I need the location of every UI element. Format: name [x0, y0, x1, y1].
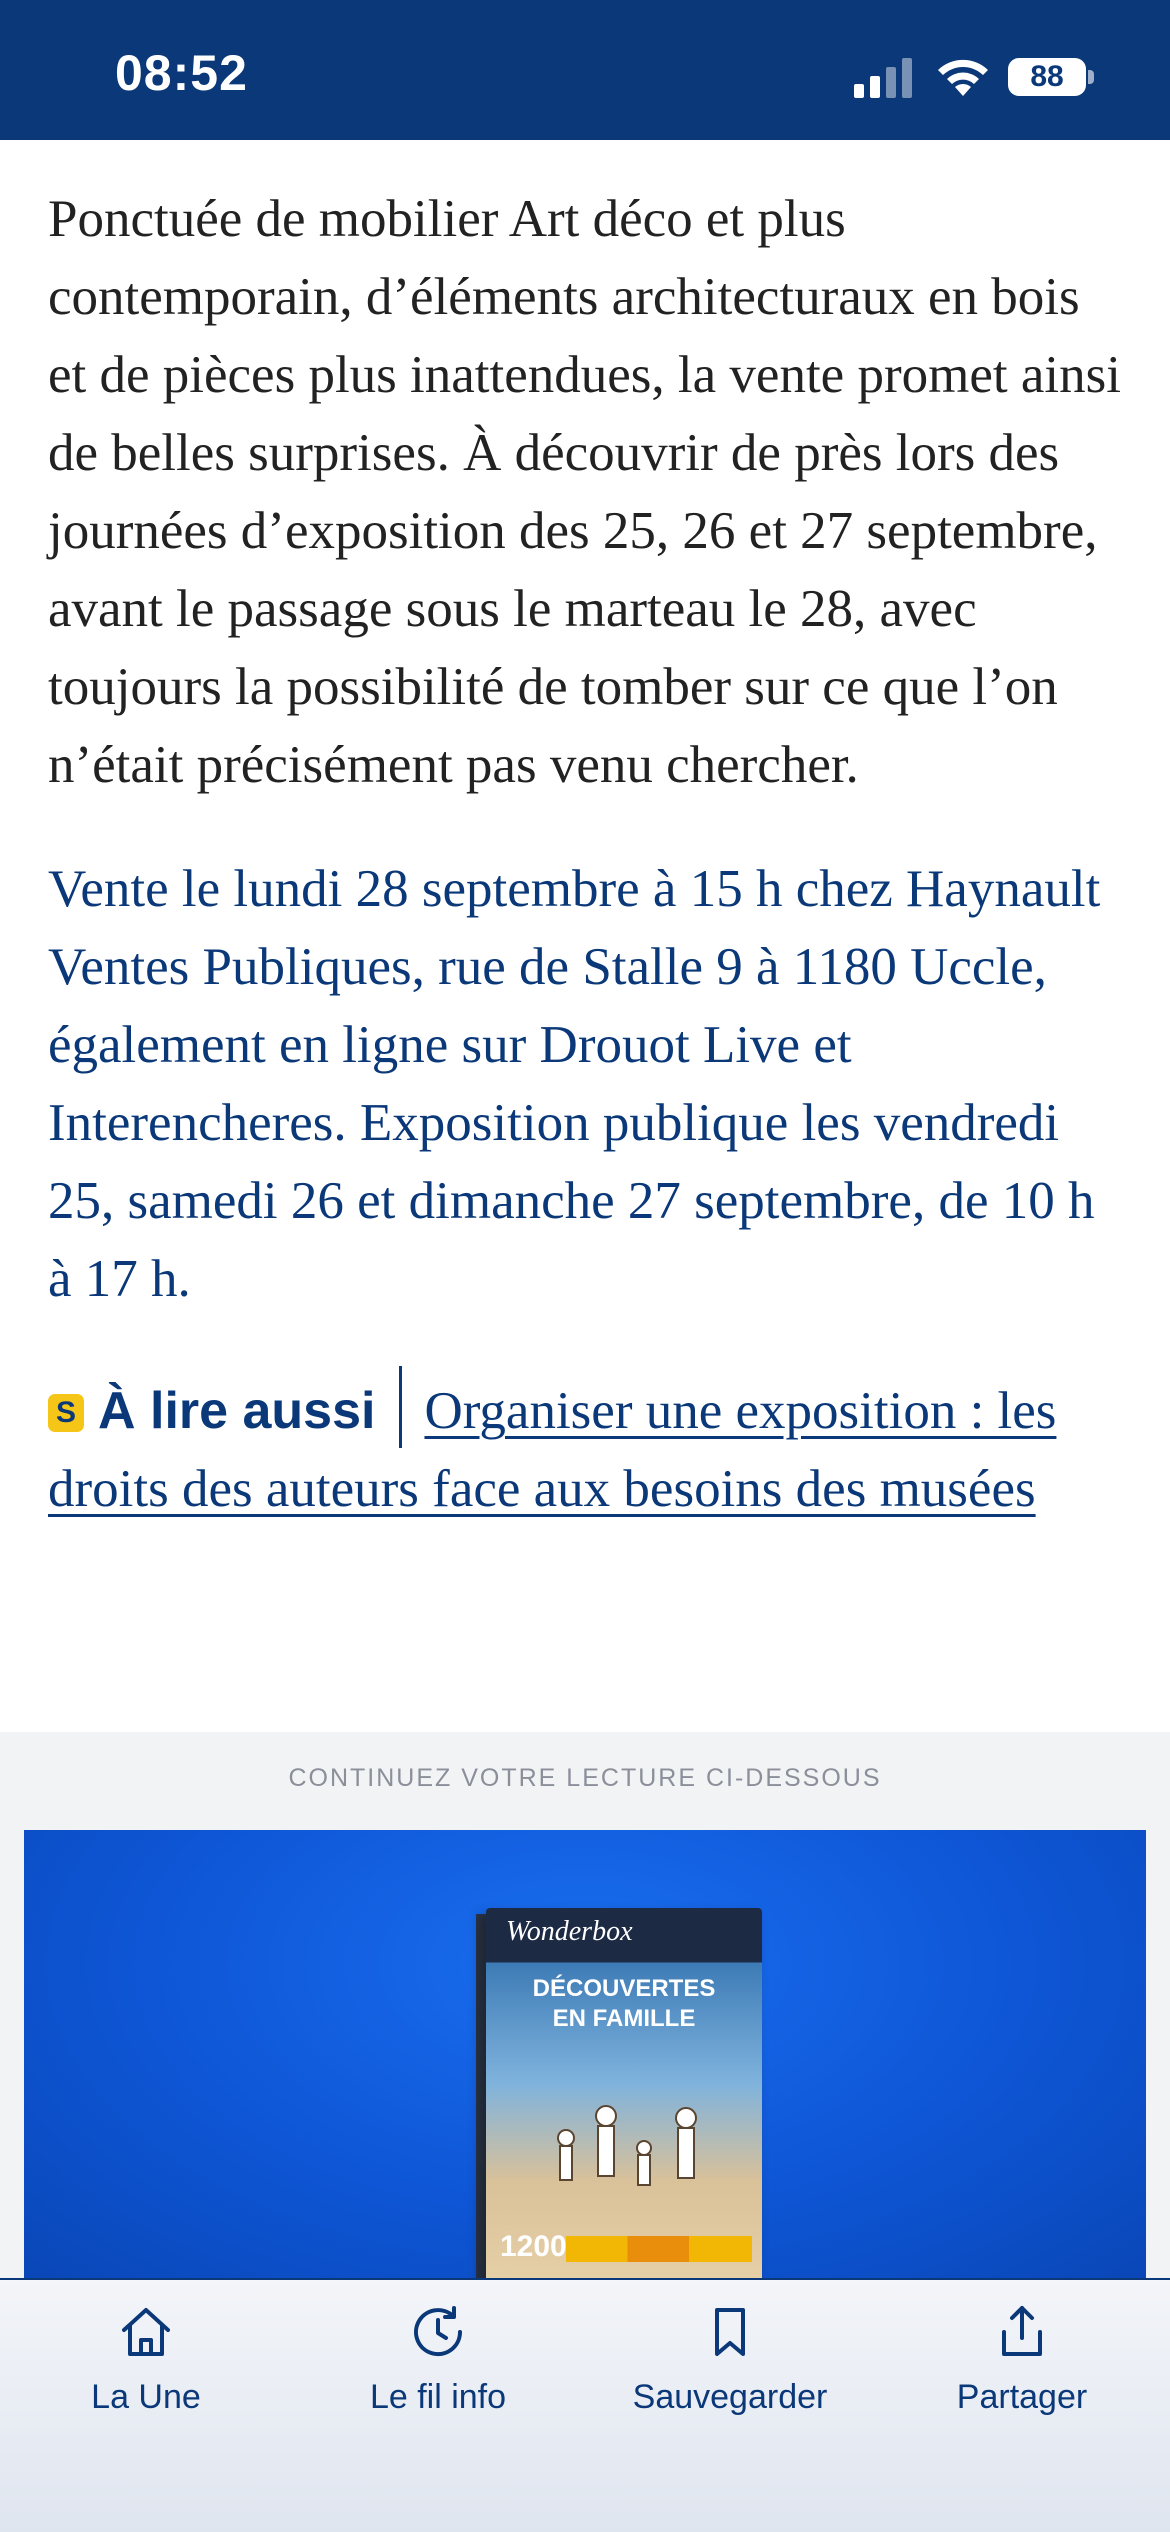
ad-brand: Wonderbox [506, 1916, 633, 1947]
wifi-icon [938, 59, 988, 96]
ad-title: DÉCOUVERTES EN FAMILLE [486, 1974, 762, 2034]
sale-info-paragraph: Vente le lundi 28 septembre à 15 h chez … [48, 860, 1101, 1308]
battery-indicator: 88 [1008, 58, 1086, 96]
battery-nub [1088, 70, 1094, 84]
status-bar: 08:52 88 [0, 0, 1170, 140]
tab-label-la-une: La Une [91, 2378, 201, 2416]
bookmark-icon [715, 2308, 745, 2356]
ad-color-strip [566, 2236, 752, 2262]
read-also-block: SÀ lire aussi Organiser une exposition : … [48, 1366, 1128, 1528]
continue-section: CONTINUEZ VOTRE LECTURE CI-DESSOUS Wonde… [0, 1732, 1170, 2278]
tab-label-sauvegarder: Sauvegarder [632, 2378, 828, 2416]
home-icon [122, 2308, 170, 2356]
ad-count: 1200 [500, 2230, 567, 2263]
read-also-label: À lire aussi [98, 1382, 376, 1440]
tab-la-une[interactable]: La Une [0, 2280, 292, 2460]
tab-sauvegarder[interactable]: Sauvegarder [584, 2280, 876, 2460]
article-body: Ponctuée de mobilier Art déco et plus co… [48, 180, 1128, 1528]
tab-fil-info[interactable]: Le fil info [292, 2280, 584, 2460]
continue-label: CONTINUEZ VOTRE LECTURE CI-DESSOUS [288, 1764, 882, 1792]
cellular-signal-icon [854, 58, 912, 98]
gift-box-image: Wonderbox DÉCOUVERTES EN FAMILLE 1200 [486, 1908, 762, 2278]
tab-label-partager: Partager [956, 2378, 1088, 2416]
subscriber-badge-icon: S [48, 1394, 84, 1432]
ad-title-line-1: DÉCOUVERTES [532, 1975, 716, 2002]
share-icon [1002, 2306, 1042, 2356]
ad-title-line-2: EN FAMILLE [552, 2005, 696, 2032]
tab-partager[interactable]: Partager [876, 2280, 1168, 2460]
status-time: 08:52 [115, 45, 248, 101]
advertisement-banner[interactable]: Wonderbox DÉCOUVERTES EN FAMILLE 1200 [24, 1830, 1146, 2278]
article-paragraph: Ponctuée de mobilier Art déco et plus co… [48, 190, 1121, 794]
read-also-divider [399, 1366, 403, 1448]
bottom-tab-bar: La Une Le fil info Sauvegarder Partager [0, 2278, 1170, 2532]
clock-history-icon [414, 2306, 463, 2357]
tab-label-fil-info: Le fil info [369, 2378, 507, 2416]
family-beach-image [557, 2105, 697, 2186]
